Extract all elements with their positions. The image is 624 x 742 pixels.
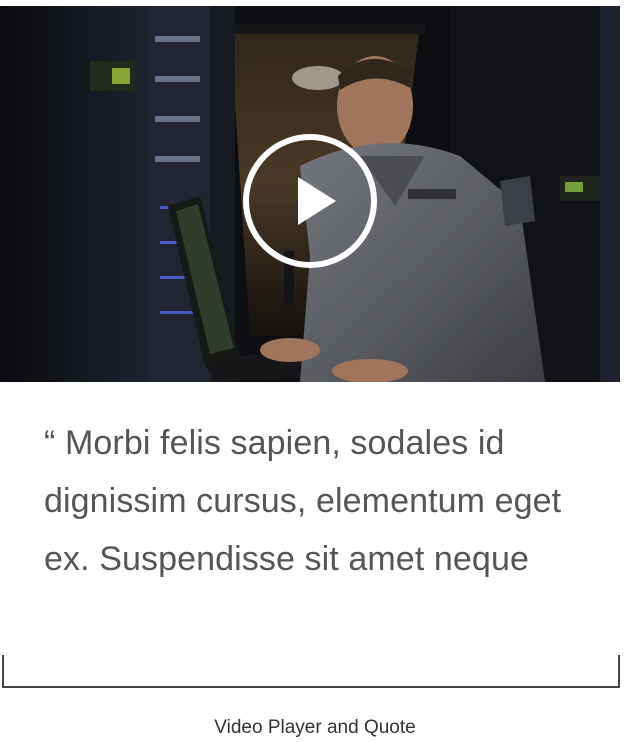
video-player[interactable] bbox=[0, 6, 620, 382]
video-quote-component: “ Morbi felis sapien, sodales id digniss… bbox=[0, 0, 624, 742]
divider-bracket bbox=[2, 655, 620, 688]
quote-text: “ Morbi felis sapien, sodales id digniss… bbox=[44, 424, 562, 578]
play-icon[interactable] bbox=[242, 133, 378, 269]
component-caption: Video Player and Quote bbox=[214, 717, 416, 738]
